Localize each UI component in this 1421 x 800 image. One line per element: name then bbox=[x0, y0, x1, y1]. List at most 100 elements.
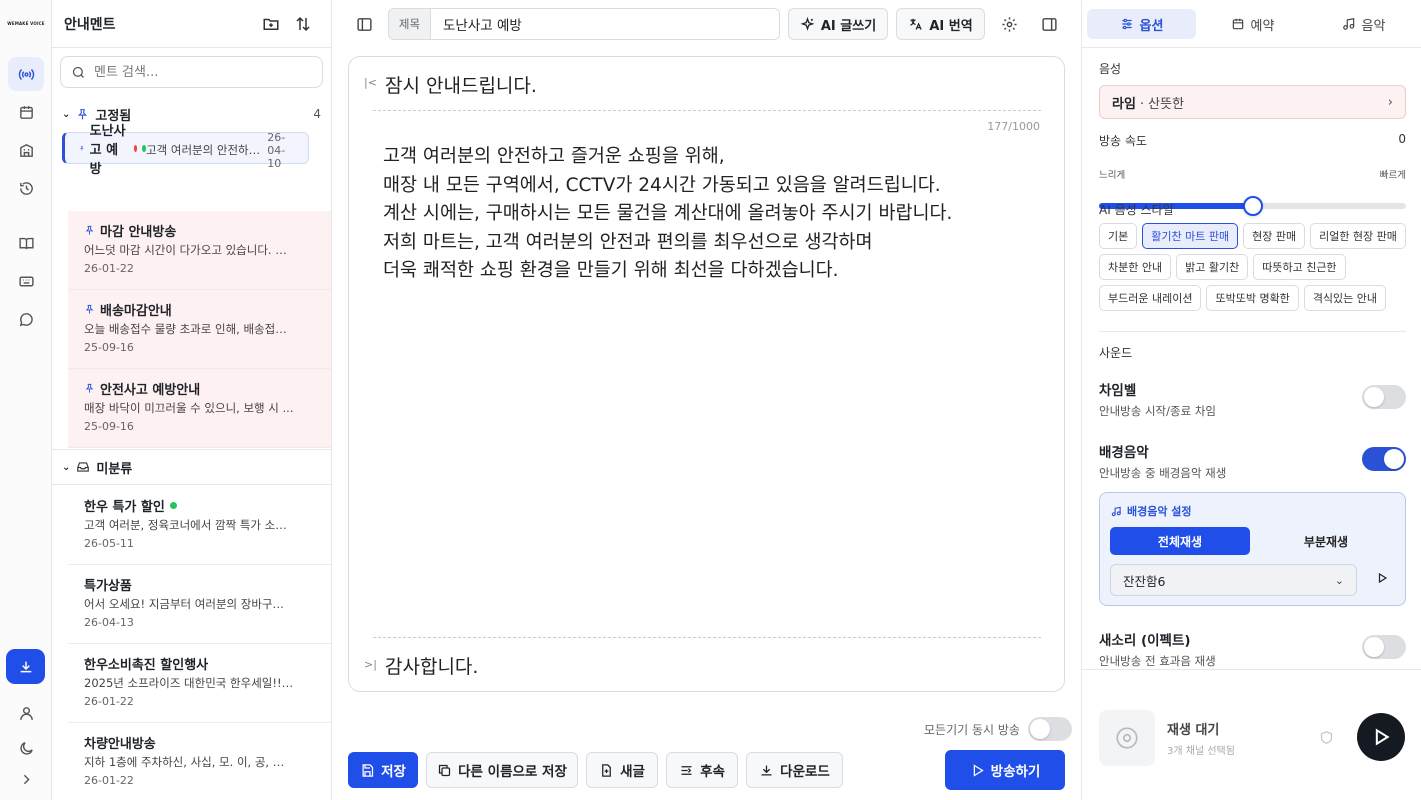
item-date: 25-09-16 bbox=[84, 341, 134, 354]
settings-button[interactable] bbox=[993, 8, 1025, 40]
list-item[interactable]: 한우소비촉진 할인행사 2025년 소프라이즈 대한민국 한우세일!! ... … bbox=[68, 644, 331, 723]
calendar-icon bbox=[19, 105, 33, 119]
recording-dot bbox=[133, 144, 138, 152]
nav-rail: WEMAKE VOICE bbox=[0, 0, 52, 800]
search-box[interactable] bbox=[60, 56, 323, 88]
toggle-options-button[interactable] bbox=[1033, 8, 1065, 40]
store-nav-button[interactable] bbox=[8, 133, 44, 167]
speed-range: 느리게 빠르게 bbox=[1099, 167, 1406, 181]
sort-button[interactable] bbox=[287, 8, 319, 40]
music-icon bbox=[1111, 506, 1121, 516]
script-line: 고객 여러분의 안전하고 즐거운 쇼핑을 위해, bbox=[383, 146, 725, 167]
unsorted-label: 미분류 bbox=[96, 461, 133, 477]
list-item[interactable]: 배송마감안내 오늘 배송접수 물량 초과로 인해, 배송접수... 25-09-… bbox=[68, 290, 331, 369]
item-preview: 어서 오세요! 지금부터 여러분의 장바구니... bbox=[84, 597, 294, 611]
music-icon bbox=[1342, 18, 1354, 30]
intro-text[interactable]: 잠시 안내드립니다. bbox=[385, 71, 537, 98]
unsorted-section-header[interactable]: ⌄ 미분류 bbox=[52, 449, 331, 485]
translate-icon bbox=[910, 18, 923, 30]
toggle-list-button[interactable] bbox=[348, 8, 380, 40]
pin-icon bbox=[79, 145, 84, 151]
book-nav-button[interactable] bbox=[8, 226, 44, 260]
list-item[interactable]: 마감 안내방송 어느덧 마감 시간이 다가오고 있습니다. 저... 26-01… bbox=[68, 211, 331, 290]
broadcast-nav-button[interactable] bbox=[8, 57, 44, 91]
list-item[interactable]: 특가상품 어서 오세요! 지금부터 여러분의 장바구니... 26-04-13 bbox=[68, 565, 331, 644]
list-header: 안내멘트 bbox=[52, 0, 331, 48]
style-chip[interactable]: 차분한 안내 bbox=[1099, 254, 1172, 280]
tab-options[interactable]: 옵션 bbox=[1087, 9, 1196, 39]
style-chip[interactable]: 따뜻하고 친근한 bbox=[1253, 254, 1346, 280]
style-chip[interactable]: 또박또박 명확한 bbox=[1206, 285, 1299, 311]
broadcast-button[interactable]: 방송하기 bbox=[945, 750, 1065, 790]
save-label: 저장 bbox=[381, 764, 406, 780]
ai-translate-button[interactable]: AI 번역 bbox=[896, 8, 985, 40]
download-button[interactable]: 다운로드 bbox=[746, 752, 843, 788]
style-chip[interactable]: 기본 bbox=[1099, 223, 1138, 249]
expand-rail-button[interactable] bbox=[8, 762, 44, 796]
script-line: 계산 시에는, 구매하시는 모든 물건을 계산대에 올려놓아 주시기 바랍니다. bbox=[383, 203, 953, 225]
list-item[interactable]: 도난사고 예방 고객 여러분의 안전하고 즐거운 쇼핑을 위... 26-04-… bbox=[62, 124, 309, 177]
chat-nav-button[interactable] bbox=[8, 302, 44, 336]
building-icon bbox=[19, 143, 33, 157]
item-preview: 고객 여러분, 정육코너에서 깜짝 특가 소식... bbox=[84, 518, 294, 532]
collapse-intro-icon[interactable]: |< bbox=[364, 76, 377, 89]
user-nav-button[interactable] bbox=[8, 696, 44, 730]
player-play-button[interactable] bbox=[1357, 713, 1405, 761]
script-body[interactable]: 고객 여러분의 안전하고 즐거운 쇼핑을 위해, 매장 내 모든 구역에서, C… bbox=[383, 143, 952, 286]
chime-toggle[interactable] bbox=[1362, 385, 1406, 409]
item-date: 26-05-11 bbox=[84, 537, 134, 550]
search-input[interactable] bbox=[94, 64, 294, 80]
save-button[interactable]: 저장 bbox=[348, 752, 418, 788]
broadcast-icon bbox=[18, 68, 34, 80]
history-nav-button[interactable] bbox=[8, 171, 44, 205]
sound-label: 사운드 bbox=[1099, 346, 1133, 360]
pin-icon bbox=[85, 304, 94, 314]
broadcast-all-row: 모든기기 동시 방송 bbox=[924, 717, 1072, 741]
bgm-track-select[interactable]: 잔잔함6 ⌄ bbox=[1110, 564, 1357, 596]
sfx-title: 새소리 (이펙트) bbox=[1099, 633, 1191, 649]
postfix-button[interactable]: 후속 bbox=[666, 752, 738, 788]
tab-music[interactable]: 음악 bbox=[1309, 9, 1418, 39]
user-icon bbox=[19, 706, 33, 720]
collapse-outro-icon[interactable]: >| bbox=[364, 658, 377, 671]
pin-icon bbox=[78, 108, 88, 119]
ai-write-button[interactable]: AI 글쓰기 bbox=[788, 8, 888, 40]
list-item[interactable]: 차량안내방송 지하 1층에 주차하신, 사십, 모. 이, 공, 일, ... … bbox=[68, 723, 331, 800]
style-chip-selected[interactable]: 활기찬 마트 판매 bbox=[1142, 223, 1239, 249]
broadcast-label: 방송하기 bbox=[990, 764, 1041, 780]
style-chip[interactable]: 격식있는 안내 bbox=[1303, 285, 1387, 311]
bgm-preview-button[interactable] bbox=[1371, 569, 1393, 591]
list-item[interactable]: 한우 특가 할인 고객 여러분, 정육코너에서 깜짝 특가 소식... 26-0… bbox=[68, 486, 331, 565]
bgm-desc: 안내방송 중 배경음악 재생 bbox=[1099, 466, 1227, 480]
bgm-toggle[interactable] bbox=[1362, 447, 1406, 471]
bgm-full-button[interactable]: 전체재생 bbox=[1110, 527, 1250, 555]
download-app-button[interactable] bbox=[6, 649, 45, 684]
calendar-icon bbox=[1232, 18, 1243, 30]
app-logo: WEMAKE VOICE bbox=[7, 20, 45, 26]
book-icon bbox=[18, 237, 34, 249]
save-as-button[interactable]: 다른 이름으로 저장 bbox=[426, 752, 578, 788]
voice-selector[interactable]: 라임 · 산뜻한 › bbox=[1099, 85, 1406, 119]
outro-text[interactable]: 감사합니다. bbox=[385, 652, 478, 679]
title-input[interactable] bbox=[431, 9, 779, 39]
speed-slow-label: 느리게 bbox=[1099, 170, 1126, 181]
list-item[interactable]: 안전사고 예방안내 매장 바닥이 미끄러울 수 있으니, 보행 시 ... 25… bbox=[68, 369, 331, 448]
keyboard-nav-button[interactable] bbox=[8, 264, 44, 298]
style-chip[interactable]: 부드러운 내레이션 bbox=[1099, 285, 1202, 311]
calendar-nav-button[interactable] bbox=[8, 95, 44, 129]
sfx-toggle[interactable] bbox=[1362, 635, 1406, 659]
style-chip[interactable]: 현장 판매 bbox=[1243, 223, 1306, 249]
theme-toggle-button[interactable] bbox=[8, 731, 44, 765]
style-chip[interactable]: 리얼한 현장 판매 bbox=[1310, 223, 1406, 249]
broadcast-all-toggle[interactable] bbox=[1027, 717, 1072, 741]
pinned-count: 4 bbox=[313, 107, 321, 121]
pin-icon bbox=[85, 225, 94, 235]
new-folder-button[interactable] bbox=[255, 8, 287, 40]
bgm-row: 배경음악 안내방송 중 배경음악 재생 bbox=[1099, 441, 1406, 485]
tab-schedule[interactable]: 예약 bbox=[1198, 9, 1307, 39]
new-button[interactable]: 새글 bbox=[586, 752, 658, 788]
style-chip[interactable]: 밝고 활기찬 bbox=[1176, 254, 1249, 280]
player-bar: 재생 대기 3개 채널 선택됨 bbox=[1082, 669, 1421, 800]
script-editor[interactable]: |< 잠시 안내드립니다. 177/1000 고객 여러분의 안전하고 즐거운 … bbox=[348, 56, 1065, 692]
bgm-partial-button[interactable]: 부분재생 bbox=[1256, 527, 1396, 555]
